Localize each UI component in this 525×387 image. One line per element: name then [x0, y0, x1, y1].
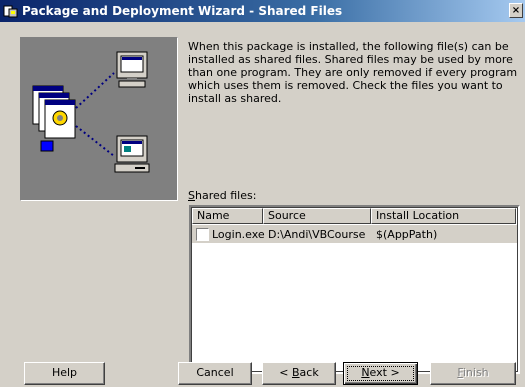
- focus-rect: [347, 366, 414, 381]
- computer-icon: [114, 135, 150, 173]
- cancel-button[interactable]: Cancel: [178, 362, 252, 385]
- table-row[interactable]: Login.exe D:\Andi\VBCourse $(AppPath): [192, 225, 517, 243]
- wizard-illustration: [20, 37, 178, 201]
- title-bar[interactable]: Package and Deployment Wizard - Shared F…: [0, 0, 525, 22]
- shared-files-list[interactable]: Name Source Install Location Login.exe D…: [189, 205, 520, 374]
- cell-source: D:\Andi\VBCourse: [268, 228, 366, 241]
- shared-files-label-rest: hared files:: [194, 189, 257, 202]
- window-title: Package and Deployment Wizard - Shared F…: [22, 4, 343, 18]
- column-header-name[interactable]: Name: [192, 208, 263, 224]
- finish-button-rest: inish: [462, 366, 489, 379]
- back-button[interactable]: < Back: [262, 362, 336, 385]
- column-header-source[interactable]: Source: [263, 208, 371, 224]
- close-icon[interactable]: ×: [509, 3, 523, 18]
- description-text: When this package is installed, the foll…: [188, 40, 518, 105]
- app-icon: [3, 3, 19, 19]
- help-button[interactable]: Help: [24, 362, 105, 385]
- column-header-install-location[interactable]: Install Location: [371, 208, 516, 224]
- shared-checkbox[interactable]: [196, 228, 209, 241]
- finish-button: Finish: [430, 362, 516, 385]
- cell-name: Login.exe: [212, 228, 265, 241]
- back-button-rest: ack: [299, 366, 319, 379]
- shared-files-label: Shared files:: [188, 189, 256, 202]
- document-stack-icon: [32, 85, 76, 152]
- next-button[interactable]: Next >: [343, 362, 418, 385]
- back-button-prefix: <: [279, 366, 292, 379]
- shared-files-label-accel: S: [188, 189, 195, 202]
- back-button-accel: B: [292, 366, 300, 379]
- cell-install-location: $(AppPath): [376, 228, 438, 241]
- monitor-icon: [116, 51, 148, 88]
